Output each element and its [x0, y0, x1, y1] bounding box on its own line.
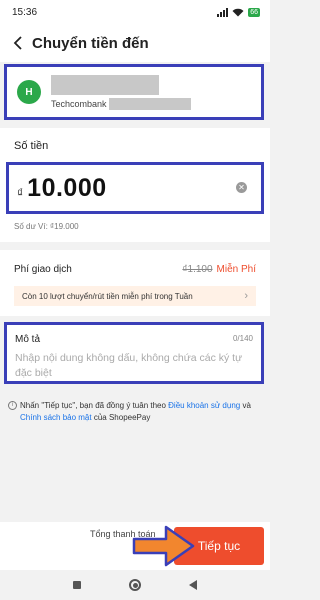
free-transfer-promo[interactable]: Còn 10 lượt chuyển/rút tiền miễn phí tro… — [14, 286, 256, 306]
clear-icon[interactable]: ✕ — [236, 182, 247, 193]
chevron-right-icon: › — [244, 290, 248, 302]
terms-text: Nhấn "Tiếp tục", bạn đã đồng ý tuân theo… — [20, 400, 264, 424]
terms-notice: i Nhấn "Tiếp tục", bạn đã đồng ý tuân th… — [8, 400, 264, 424]
description-counter: 0/140 — [232, 334, 253, 343]
description-label: Mô tả — [15, 334, 41, 345]
bank-line: Techcombank — [51, 97, 191, 110]
status-bar: 15:36 66 — [0, 0, 270, 24]
terms-mid: và — [240, 401, 251, 410]
description-input[interactable] — [15, 351, 255, 381]
system-nav-bar — [0, 570, 270, 600]
terms-suffix: của ShopeePay — [91, 413, 151, 422]
header: Chuyển tiền đến — [0, 24, 270, 62]
amount-value: 10.000 — [27, 173, 107, 202]
chevron-left-icon[interactable] — [8, 30, 28, 56]
privacy-policy-link[interactable]: Chính sách bảo mật — [20, 413, 92, 422]
account-number-redacted — [108, 97, 191, 110]
wifi-icon — [232, 8, 244, 16]
description-card: Mô tả 0/140 — [4, 322, 264, 384]
currency-symbol: ₫ — [17, 186, 24, 200]
recipient-card[interactable]: H Techcombank — [4, 64, 264, 120]
fee-original: ₫1.100 — [182, 264, 213, 275]
terms-prefix: Nhấn "Tiếp tục", bạn đã đồng ý tuân theo — [20, 401, 169, 410]
recipient-info: Techcombank — [51, 74, 191, 110]
recents-icon[interactable] — [73, 581, 81, 589]
bank-name: Techcombank — [51, 98, 107, 109]
back-icon[interactable] — [189, 580, 197, 590]
amount-card: Số tiền ₫ 10.000 ✕ Số dư Ví: ₫19.000 — [0, 128, 270, 242]
terms-of-use-link[interactable]: Điều khoản sử dụng — [168, 401, 240, 410]
recipient-name-redacted — [51, 74, 159, 95]
info-icon: i — [8, 401, 17, 410]
wallet-balance: Số dư Ví: ₫19.000 — [14, 222, 79, 231]
home-icon[interactable] — [129, 579, 141, 591]
fee-card: Phí giao dịch ₫1.100 Miễn Phí Còn 10 lượ… — [0, 250, 270, 316]
avatar: H — [17, 80, 41, 104]
fee-values: ₫1.100 Miễn Phí — [182, 264, 256, 275]
amount-label: Số tiền — [14, 140, 49, 152]
page-title: Chuyển tiền đến — [32, 34, 149, 52]
status-time: 15:36 — [12, 6, 38, 18]
amount-input[interactable]: ₫ 10.000 ✕ — [6, 162, 264, 214]
fee-label: Phí giao dịch — [14, 264, 72, 275]
arrow-overlay-icon — [132, 525, 195, 567]
battery-icon: 66 — [248, 7, 260, 17]
signal-icon — [217, 7, 229, 17]
fee-free-label: Miễn Phí — [216, 264, 256, 275]
status-icons: 66 — [217, 7, 260, 17]
promo-text: Còn 10 lượt chuyển/rút tiền miễn phí tro… — [22, 291, 193, 301]
